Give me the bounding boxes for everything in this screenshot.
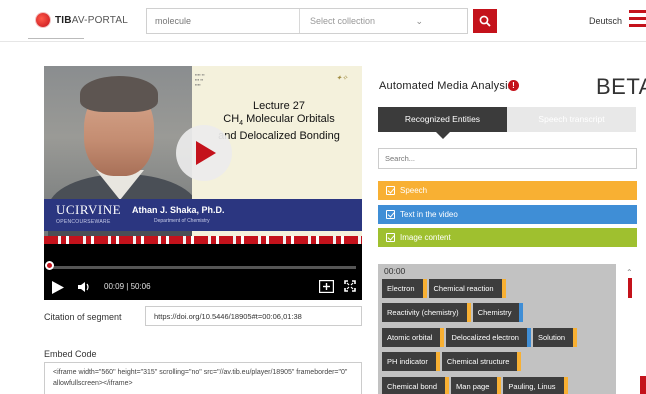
embed-code-field[interactable]: <iframe width="560" height="315" scrolli… [44, 362, 362, 394]
timeline-scrubber[interactable] [45, 261, 54, 270]
analysis-tabs: Recognized Entities Speech transcript [378, 107, 637, 139]
language-switch[interactable]: Deutsch [589, 16, 622, 26]
filter-label: Image content [400, 233, 451, 242]
entity-tag[interactable]: Chemical bond [382, 377, 450, 394]
play-icon [196, 141, 216, 165]
embed-label: Embed Code [44, 349, 97, 359]
checkbox-icon [386, 186, 395, 195]
checkbox-icon [386, 210, 395, 219]
presenter-name: Athan J. Shaka, Ph.D. [132, 205, 225, 215]
analysis-title: Automated Media Analysis [379, 80, 514, 92]
volume-icon[interactable] [78, 281, 92, 293]
entity-tag[interactable]: Delocalized electron [446, 328, 531, 347]
entity-tag[interactable]: Solution [532, 328, 578, 347]
chevron-down-icon: ⌄ [415, 16, 423, 26]
segment-stripes [44, 236, 362, 244]
entity-list: 00:00 Electron Chemical reaction Reactiv… [378, 264, 616, 394]
fullscreen-icon[interactable] [344, 280, 356, 292]
play-button[interactable] [51, 281, 64, 294]
entity-search-input[interactable] [378, 148, 637, 169]
entity-row: Chemical bond Man page Pauling, Linus [382, 377, 570, 394]
entity-tag[interactable]: Pauling, Linus [503, 377, 568, 394]
filter-image-content[interactable]: Image content [378, 228, 637, 247]
header: TIBAV-PORTAL Select collection ⌄ Deutsch [0, 0, 646, 42]
search-bar: Select collection ⌄ [146, 8, 468, 34]
filter-text-in-video[interactable]: Text in the video [378, 205, 637, 224]
collection-select[interactable]: Select collection ⌄ [300, 9, 435, 33]
filter-label: Speech [400, 186, 428, 195]
collection-select-label: Select collection [310, 16, 376, 26]
slide-logo: ✦✧ [336, 75, 348, 82]
entity-tag[interactable]: Electron [382, 279, 427, 298]
entity-row: Reactivity (chemistry) Chemistry [382, 303, 525, 322]
citation-label: Citation of segment [44, 312, 122, 322]
tib-logo-icon [36, 13, 50, 27]
menu-icon[interactable] [629, 10, 646, 30]
entity-timestamp[interactable]: 00:00 [384, 266, 405, 276]
search-icon [479, 15, 491, 27]
entity-tag[interactable]: Chemical structure [441, 352, 522, 371]
search-input[interactable] [147, 9, 300, 33]
scroll-up-icon[interactable]: ⌃ [626, 268, 633, 277]
timeline[interactable] [50, 266, 356, 269]
filter-speech[interactable]: Speech [378, 181, 637, 200]
citation-field[interactable] [145, 306, 362, 326]
entity-tag[interactable]: Chemical reaction [428, 279, 506, 298]
institution-logo: UCIRVINE [56, 202, 122, 217]
tab-speech-transcript[interactable]: Speech transcript [507, 107, 636, 132]
scrollbar-thumb[interactable] [628, 278, 632, 298]
entity-row: Electron Chemical reaction [382, 279, 508, 298]
institution-subtitle: OPENCOURSEWARE [56, 219, 111, 225]
timecode: 00:09 | 50:06 [104, 282, 151, 291]
tab-recognized-entities[interactable]: Recognized Entities [378, 107, 507, 139]
presenter-department: Department of Chemistry [154, 218, 210, 224]
entity-tag[interactable]: PH indicator [382, 352, 440, 371]
logo-text: TIBAV-PORTAL [55, 14, 128, 26]
checkbox-icon [386, 233, 395, 242]
logo-underline [28, 38, 84, 39]
speaker-hair [80, 76, 158, 112]
search-button[interactable] [473, 9, 497, 33]
entity-tag[interactable]: Chemistry [472, 303, 524, 322]
slide-note: ▪▪▪▪ ▪▪ ▪▪▪ ▪▪ ▪▪▪▪ [195, 72, 205, 87]
entity-row: PH indicator Chemical structure [382, 352, 523, 371]
entity-tag[interactable]: Reactivity (chemistry) [382, 303, 471, 322]
feedback-tab[interactable] [640, 376, 646, 394]
player-controls: 00:09 | 50:06 [44, 244, 362, 300]
beta-badge: BETA [596, 74, 646, 99]
add-segment-icon[interactable] [319, 280, 334, 293]
entity-tag[interactable]: Atomic orbital [382, 328, 445, 347]
filter-label: Text in the video [400, 210, 458, 219]
entity-tag[interactable]: Man page [451, 377, 502, 394]
video-player[interactable]: ▪▪▪▪ ▪▪ ▪▪▪ ▪▪ ▪▪▪▪ ✦✧ Lecture 27 CH4 Mole… [44, 66, 362, 244]
info-icon[interactable]: ! [508, 80, 519, 91]
play-overlay-button[interactable] [176, 125, 232, 181]
tib-logo[interactable]: TIBAV-PORTAL [36, 10, 128, 30]
entity-row: Atomic orbital Delocalized electron Solu… [382, 328, 579, 347]
